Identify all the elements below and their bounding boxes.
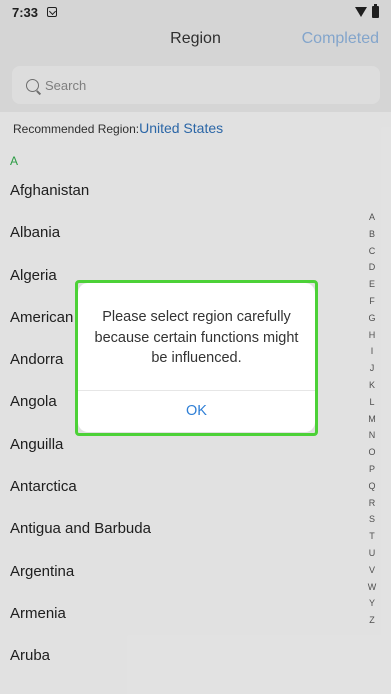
ok-button[interactable]: OK [78,391,315,431]
dialog-message: Please select region carefully because c… [94,309,299,366]
region-warning-dialog: Please select region carefully because c… [78,283,315,432]
